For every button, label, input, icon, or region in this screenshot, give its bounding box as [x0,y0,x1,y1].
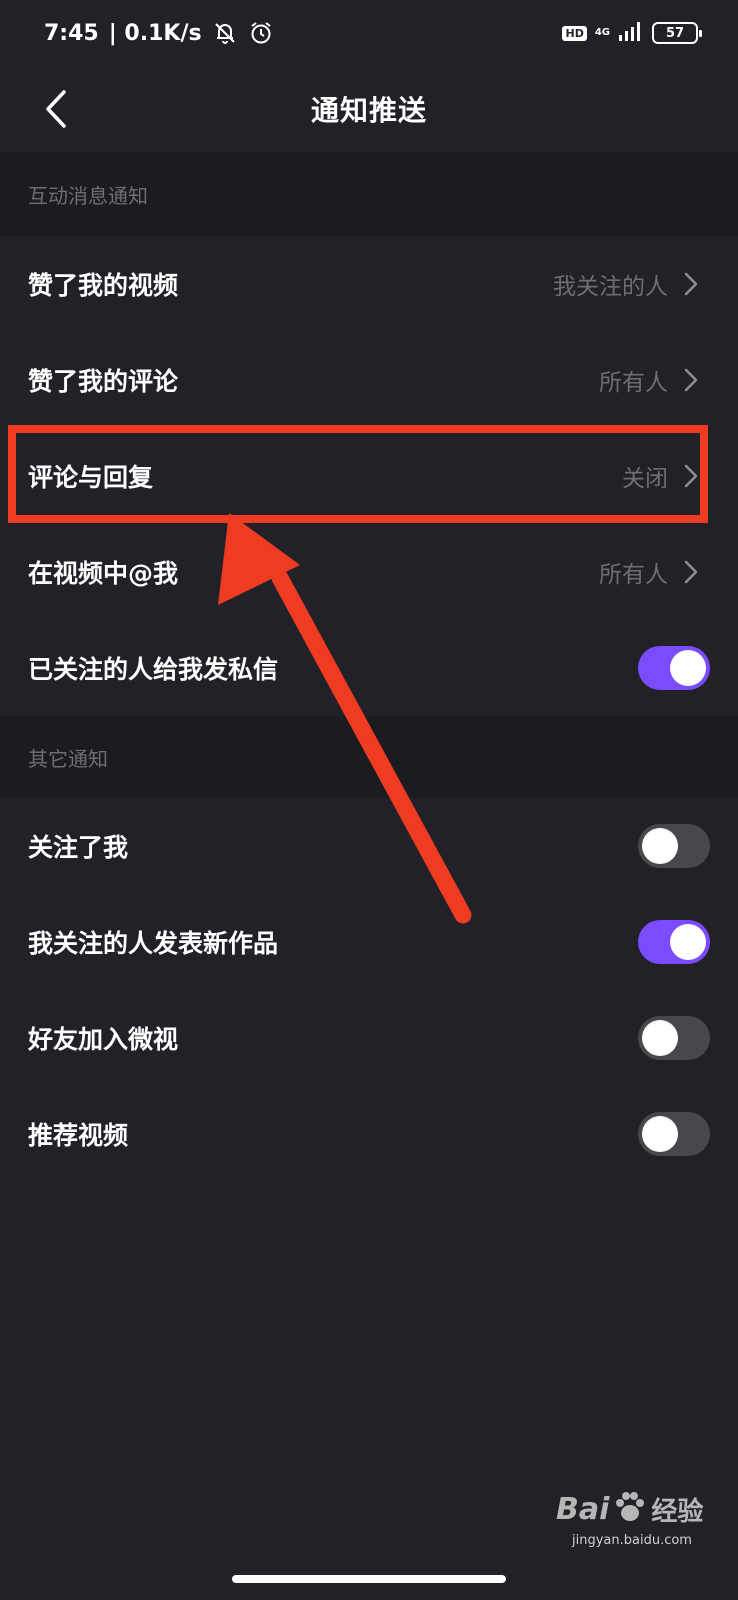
row-right: 我关注的人 [553,267,700,301]
row-value: 所有人 [599,370,668,396]
setting-mentioned[interactable]: 在视频中@我 所有人 [0,524,738,620]
recommended-toggle[interactable] [638,1112,710,1156]
toggle-knob [670,924,706,960]
setting-followed-me: 关注了我 [0,798,738,894]
battery-indicator: 57 [652,22,702,44]
row-label: 推荐视频 [28,1121,129,1150]
friend-joined-toggle[interactable] [638,1016,710,1060]
row-label: 我关注的人发表新作品 [28,929,279,958]
row-value: 我关注的人 [553,274,668,300]
bell-muted-icon [212,20,238,46]
baidu-watermark: Bai 经验 [556,1487,706,1531]
status-right: HD 4G 57 [562,20,702,46]
chevron-right-icon [684,560,698,584]
setting-comment-reply[interactable]: 评论与回复 关闭 [0,428,738,524]
watermark-brand-cn: 经验 [651,1496,704,1527]
section-title-other: 其它通知 [0,716,738,798]
hd-badge: HD [562,25,587,41]
row-label: 关注了我 [28,833,129,862]
status-time: 7:45 [44,20,99,46]
setting-friend-joined: 好友加入微视 [0,990,738,1086]
page-title: 通知推送 [310,94,427,127]
network-type: 4G [594,27,610,38]
chevron-right-icon [684,464,698,488]
home-indicator [232,1575,506,1583]
chevron-left-icon [46,90,66,128]
row-label: 赞了我的评论 [28,367,179,396]
section-title-interaction: 互动消息通知 [0,152,738,236]
setting-liked-comment[interactable]: 赞了我的评论 所有人 [0,332,738,428]
back-button[interactable] [36,82,76,136]
row-value: 所有人 [599,562,668,588]
row-label: 好友加入微视 [28,1025,179,1054]
alarm-clock-icon [248,20,274,46]
paw-logo-icon [613,1490,647,1528]
setting-liked-video[interactable]: 赞了我的视频 我关注的人 [0,236,738,332]
setting-recommended: 推荐视频 [0,1086,738,1182]
row-right: 所有人 [599,363,700,397]
watermark-url: jingyan.baidu.com [572,1533,692,1548]
header: 通知推送 [0,66,738,152]
chevron-right-icon [684,272,698,296]
section-label: 互动消息通知 [28,183,148,208]
row-right: 所有人 [599,555,700,589]
watermark-brand: Bai [556,1491,610,1527]
toggle-knob [642,1020,678,1056]
chevron-right-icon [684,368,698,392]
toggle-knob [642,828,678,864]
section-label: 其它通知 [28,746,108,771]
status-left: 7:45 | 0.1K/s [44,20,274,46]
setting-private-message: 已关注的人给我发私信 [0,620,738,716]
row-label: 在视频中@我 [28,559,179,588]
row-label: 已关注的人给我发私信 [28,655,279,684]
row-label: 评论与回复 [28,463,154,492]
toggle-knob [670,650,706,686]
followed-me-toggle[interactable] [638,824,710,868]
row-value: 关闭 [622,466,668,492]
setting-new-works: 我关注的人发表新作品 [0,894,738,990]
signal-icon [618,20,644,46]
status-bar: 7:45 | 0.1K/s HD 4G 57 [0,0,738,66]
new-works-toggle[interactable] [638,920,710,964]
row-label: 赞了我的视频 [28,271,179,300]
toggle-knob [642,1116,678,1152]
row-right: 关闭 [622,459,700,493]
network-speed: | 0.1K/s [108,20,202,46]
private-message-toggle[interactable] [638,646,710,690]
